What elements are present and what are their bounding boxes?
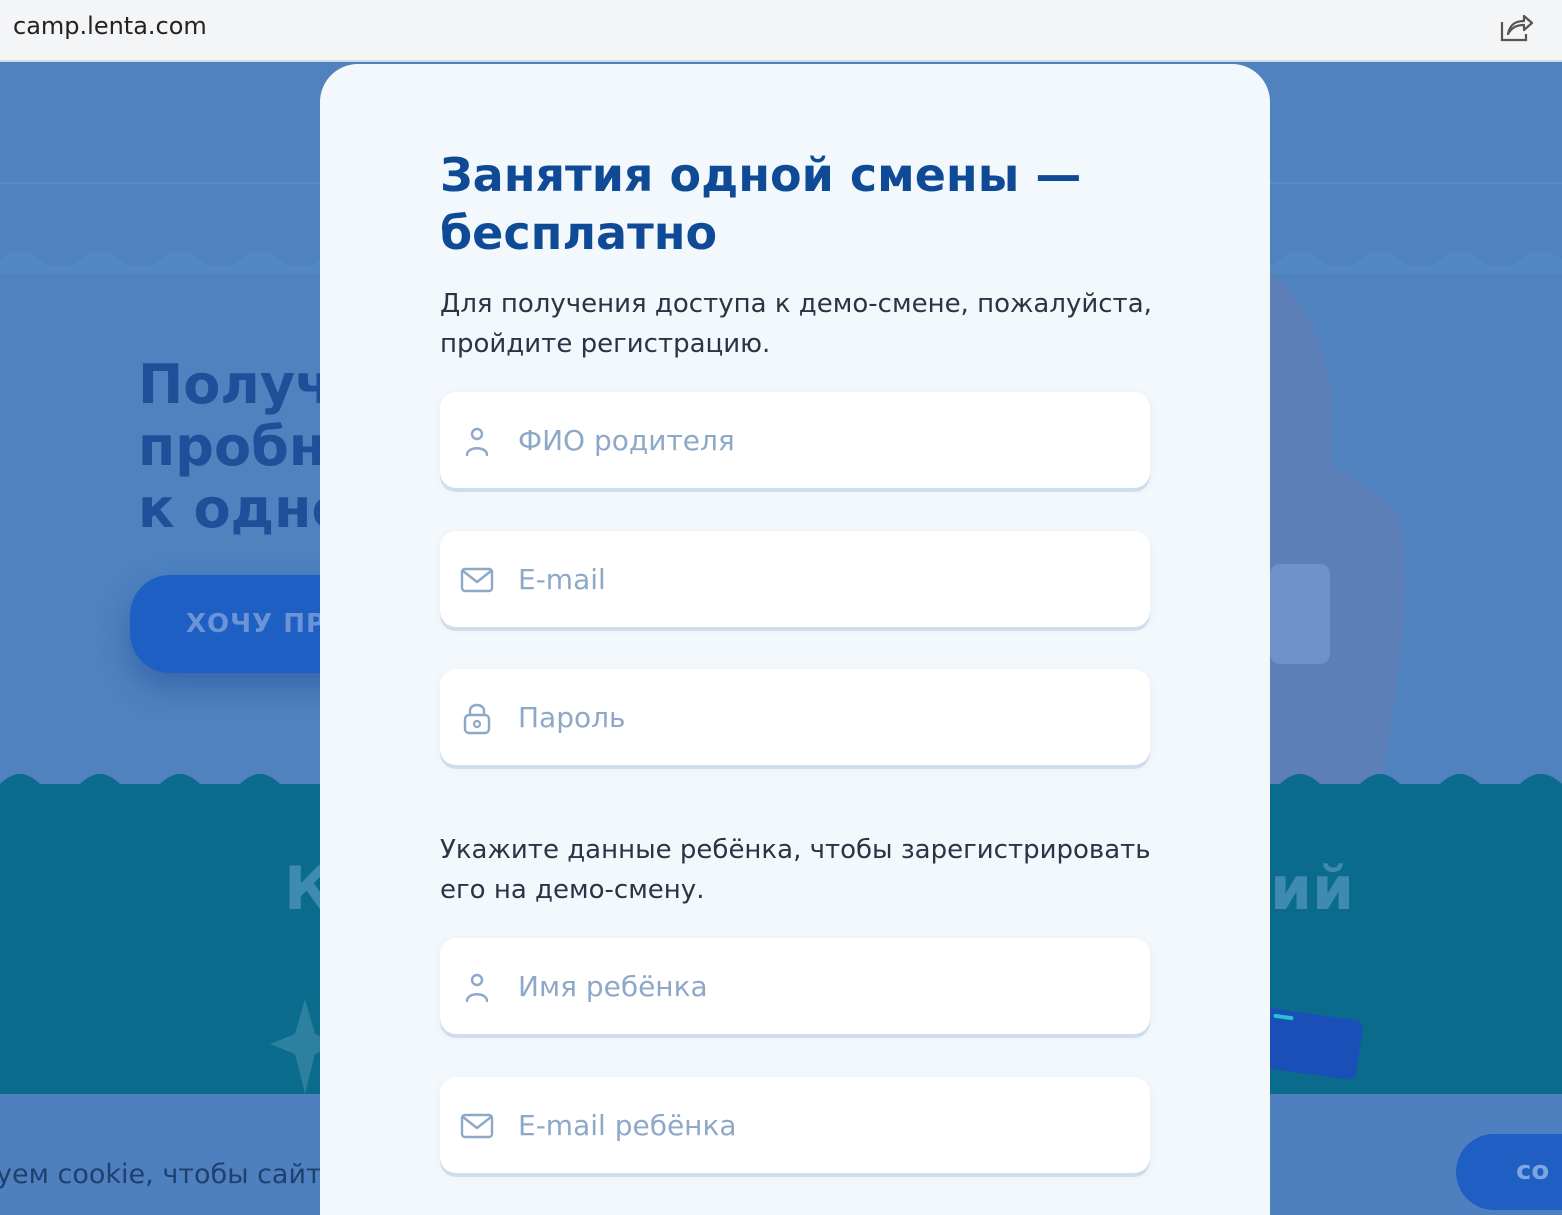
user-icon: [465, 427, 489, 457]
modal-subtitle: Для получения доступа к демо-смене, пожа…: [440, 289, 1152, 359]
browser-url-bar[interactable]: camp.lenta.com: [0, 0, 1562, 62]
password-input[interactable]: [518, 669, 1128, 765]
modal-title: Занятия одной смены — бесплатно: [440, 148, 1082, 260]
mail-icon: [460, 1113, 494, 1139]
registration-modal: Занятия одной смены — бесплатно Для полу…: [320, 64, 1270, 1215]
parent-name-input[interactable]: [518, 392, 1128, 488]
mail-icon: [460, 567, 494, 593]
child-email-input[interactable]: [518, 1077, 1128, 1173]
child-email-field[interactable]: [440, 1077, 1150, 1173]
lock-icon: [463, 703, 491, 735]
parent-name-field[interactable]: [440, 392, 1150, 488]
email-field[interactable]: [440, 531, 1150, 627]
cookie-accept-button[interactable]: со: [1456, 1134, 1562, 1210]
url-text[interactable]: camp.lenta.com: [13, 12, 207, 40]
user-icon: [465, 973, 489, 1003]
child-name-input[interactable]: [518, 938, 1128, 1034]
share-icon[interactable]: [1498, 10, 1534, 44]
cookie-text: уем cookie, чтобы сайт б: [0, 1159, 347, 1190]
email-input[interactable]: [518, 531, 1128, 627]
teal-section-heading-right: ий: [1270, 854, 1355, 924]
child-name-field[interactable]: [440, 938, 1150, 1034]
child-section-text: Укажите данные ребёнка, чтобы зарегистри…: [440, 835, 1151, 905]
girl-illustration: [1260, 264, 1406, 784]
password-field[interactable]: [440, 669, 1150, 765]
